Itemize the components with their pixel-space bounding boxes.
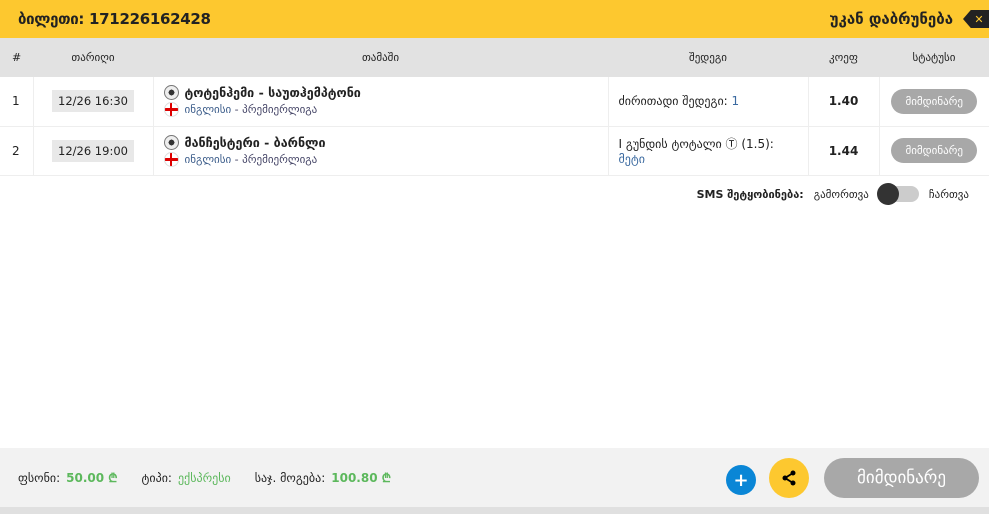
sms-off-label: გამორთვა bbox=[813, 187, 869, 201]
back-button[interactable]: უკან დაბრუნება ✕ bbox=[830, 10, 989, 28]
sms-notifications: SMS შეტყობინება: გამორთვა ჩართვა bbox=[696, 183, 969, 205]
soccer-ball-icon bbox=[163, 134, 179, 150]
row-date: 12/26 16:30 bbox=[52, 90, 134, 113]
odds: 1.40 bbox=[808, 77, 880, 127]
status-button[interactable]: მიმდინარე bbox=[824, 458, 979, 498]
bottom-strip bbox=[0, 507, 989, 514]
result-value: 1 bbox=[731, 94, 740, 109]
share-icon bbox=[782, 470, 796, 486]
sms-toggle[interactable] bbox=[876, 183, 919, 205]
row-num: 1 bbox=[0, 77, 34, 127]
country: ინგლისი bbox=[184, 152, 232, 166]
row-num: 2 bbox=[0, 126, 34, 176]
win-label: საჯ. მოგება: bbox=[254, 470, 326, 485]
col-result: შედეგი bbox=[608, 38, 808, 77]
type-label: ტიპი: bbox=[141, 470, 172, 485]
stake-value: 50.00 ₾ bbox=[66, 471, 118, 485]
bets-table: # თარიღი თამაში შედეგი კოეფ სტატუსი 1 12… bbox=[0, 38, 989, 176]
result-label: ძირითადი შედეგი: bbox=[618, 94, 732, 109]
type-value: ექსპრესი bbox=[177, 470, 231, 485]
league: - პრემიერლიგა bbox=[231, 152, 318, 166]
result-value: მეტი bbox=[618, 152, 645, 166]
top-bar: ბილეთი: 171226162428 უკან დაბრუნება ✕ bbox=[0, 0, 989, 38]
back-label: უკან დაბრუნება bbox=[829, 10, 953, 28]
ticket-title: ბილეთი: 171226162428 bbox=[18, 10, 211, 28]
england-flag-icon bbox=[163, 151, 179, 167]
close-icon: ✕ bbox=[963, 10, 989, 28]
share-button[interactable] bbox=[769, 458, 809, 498]
league: - პრემიერლიგა bbox=[231, 103, 318, 117]
soccer-ball-icon bbox=[163, 85, 179, 101]
status-badge: მიმდინარე bbox=[891, 138, 978, 163]
col-status: სტატუსი bbox=[879, 38, 989, 77]
row-date: 12/26 19:00 bbox=[52, 139, 134, 162]
table-row: 2 12/26 19:00 მანჩესტერი - ბარნლი ინგლის… bbox=[0, 126, 989, 176]
col-date: თარიღი bbox=[33, 38, 153, 77]
result-label: I გუნდის ტოტალი Ⓣ (1.5): bbox=[618, 137, 774, 151]
odds: 1.44 bbox=[808, 126, 880, 176]
england-flag-icon bbox=[163, 102, 179, 118]
col-game: თამაში bbox=[153, 38, 608, 77]
col-odds: კოეფ bbox=[808, 38, 879, 77]
win-value: 100.80 ₾ bbox=[331, 471, 391, 485]
sms-label: SMS შეტყობინება: bbox=[696, 187, 804, 201]
stake-label: ფსონი: bbox=[18, 470, 61, 485]
add-button[interactable]: + bbox=[726, 465, 756, 495]
game-name: მანჩესტერი - ბარნლი bbox=[184, 134, 326, 150]
col-num: # bbox=[0, 38, 33, 77]
status-badge: მიმდინარე bbox=[891, 88, 978, 114]
game-name: ტოტენჰემი - საუთჰემპტონი bbox=[184, 85, 361, 101]
table-row: 1 12/26 16:30 ტოტენჰემი - საუთჰემპტონი ი… bbox=[0, 77, 989, 127]
sms-on-label: ჩართვა bbox=[928, 187, 969, 201]
country: ინგლისი bbox=[184, 103, 232, 117]
